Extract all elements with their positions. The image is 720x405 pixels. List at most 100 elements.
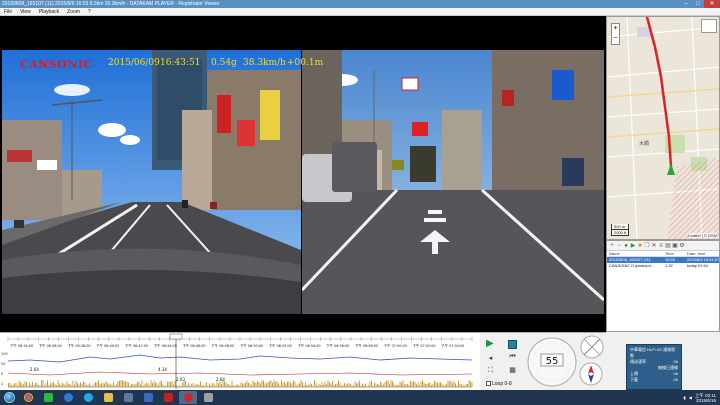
taskbar-player-icon[interactable] [159,391,177,404]
taskbar-chrome-icon[interactable] [19,391,37,404]
taskbar-media-icon[interactable] [119,391,137,404]
accel-bar [153,380,155,387]
accel-bar [350,384,351,387]
accel-bar [137,381,138,387]
stop-button[interactable] [508,340,517,349]
accel-bar [353,385,354,387]
accel-bar [440,382,441,387]
properties-icon[interactable]: ≡ [658,243,664,249]
network-icon[interactable]: ▮ [684,395,686,400]
accel-bar [317,385,318,387]
copy-icon[interactable]: ❐ [644,243,650,249]
accel-bar [140,384,141,387]
network-status-popup[interactable]: 中華電信 Hi-Fi 4G 連線狀態 傳送速率 0b 無線已連線 上傳 0b 下… [626,344,682,390]
accel-bar [318,383,320,387]
taskbar-line-icon[interactable] [39,391,57,404]
list-toolbar: + − ● ▶ ■ ❐ ✕ ≡ ▤ ▣ ⚙ [607,241,719,251]
map-zoom-in-button[interactable]: + [612,24,619,34]
loop-toggle[interactable]: Loop 0-8 [486,381,512,387]
timeline-graph-svg[interactable]: 下午 06:34:00 下午 06:36:00 下午 06:38:00 下午 06:4… [0,333,480,391]
accel-bar [252,380,254,387]
map-scale-imperial: 2000 ft [611,230,630,236]
accel-bar [458,380,459,387]
accel-bar [218,383,219,387]
hud-g-force: 0.54g [211,58,237,68]
loop-checkbox[interactable] [486,381,491,387]
folder-icon[interactable]: ■ [637,243,643,249]
start-button[interactable] [0,390,18,405]
menu-playback[interactable]: Playback [35,8,63,16]
video-area[interactable]: CANSONIC 2015/06/09 16:43:51 0.54g 38.3k… [0,16,606,332]
column-time[interactable]: Time [665,251,687,256]
export-icon[interactable]: ▤ [665,243,671,249]
windows-logo-icon [3,392,15,403]
taskbar-datakam-icon[interactable] [179,391,197,404]
remove-icon[interactable]: − [616,243,622,249]
front-camera-view[interactable] [2,50,301,314]
layers-icon[interactable] [701,19,717,33]
accel-bar [239,385,240,387]
print-icon[interactable]: ▣ [672,243,678,249]
clock[interactable]: 上午 02:11 2015/6/16 [695,393,716,403]
accel-bar [429,382,431,387]
screenshot-icon[interactable]: ▦ [508,367,517,375]
accel-bar [81,383,83,387]
accel-bar [314,380,315,387]
play-button[interactable]: ▶ [486,339,496,349]
map-zoom-out-button[interactable]: − [612,34,619,44]
accel-bar [345,384,347,387]
taskbar-explorer-icon[interactable] [99,391,117,404]
popup-value: 0b [673,377,678,382]
heading-icon [579,362,603,386]
hud-date: 2015/06/09 [108,58,160,68]
timeline-graph[interactable]: 下午 06:34:00 下午 06:36:00 下午 06:38:00 下午 06:4… [0,332,480,391]
graph-scale-0: 0 [1,372,3,376]
volume-icon[interactable]: ◀ [689,395,692,400]
accel-bar [405,383,407,387]
column-date[interactable]: Date, time [687,251,719,256]
accel-bar [426,383,428,387]
taskbar-ie-icon[interactable] [59,391,77,404]
minimize-button[interactable]: – [680,0,692,8]
close-button[interactable]: ✕ [704,0,720,8]
play-list-icon[interactable]: ▶ [630,243,636,249]
maximize-button[interactable]: □ [692,0,704,8]
accel-bar [180,385,182,387]
taskbar-app-icon[interactable] [139,391,157,404]
accel-bar [63,384,65,387]
settings-icon[interactable]: ⚙ [679,243,685,249]
column-name[interactable]: Name [607,251,665,256]
accel-bar [44,385,45,387]
accel-bar [287,381,288,387]
delete-icon[interactable]: ✕ [651,243,657,249]
accel-bar [419,385,420,387]
taskbar-tool-icon[interactable] [199,391,217,404]
accel-bar [431,385,432,387]
map-attribution[interactable]: Leaflet | © OSM [688,233,717,238]
add-icon[interactable]: + [609,243,615,249]
menu-file[interactable]: File [0,8,16,16]
fullscreen-icon[interactable]: ⛶ [486,367,495,375]
taskbar-skype-icon[interactable] [79,391,97,404]
menu-view[interactable]: View [16,8,35,16]
map-zoom-control[interactable]: + − [611,23,620,45]
refresh-icon[interactable]: ● [623,243,629,249]
menu-zoom[interactable]: Zoom [63,8,84,16]
accel-bar [428,382,429,387]
rear-camera-view[interactable] [302,50,604,314]
accel-bar [69,383,71,387]
prev-frame-icon[interactable]: ◂ [486,355,495,363]
accel-bar [237,384,239,387]
accel-bar [327,380,329,387]
map-panel[interactable]: 大順 + − 500 m 2000 ft Leaflet | © OSM [606,16,720,240]
rewind-icon[interactable]: ⏮ [508,353,517,361]
graph-scale-2: 2 [1,382,3,386]
hud-time: 16:43:51 [160,58,201,68]
accel-bar [197,384,198,387]
menu-help[interactable]: ? [84,8,95,16]
timeline-label: 下午 06:58:00 [355,343,378,348]
accel-bar [62,382,63,387]
accel-bar [114,385,116,387]
accel-bar [155,382,156,387]
list-item[interactable]: CANSONIC D-ipadmp4... 1:32 today 01:54 [607,263,719,269]
